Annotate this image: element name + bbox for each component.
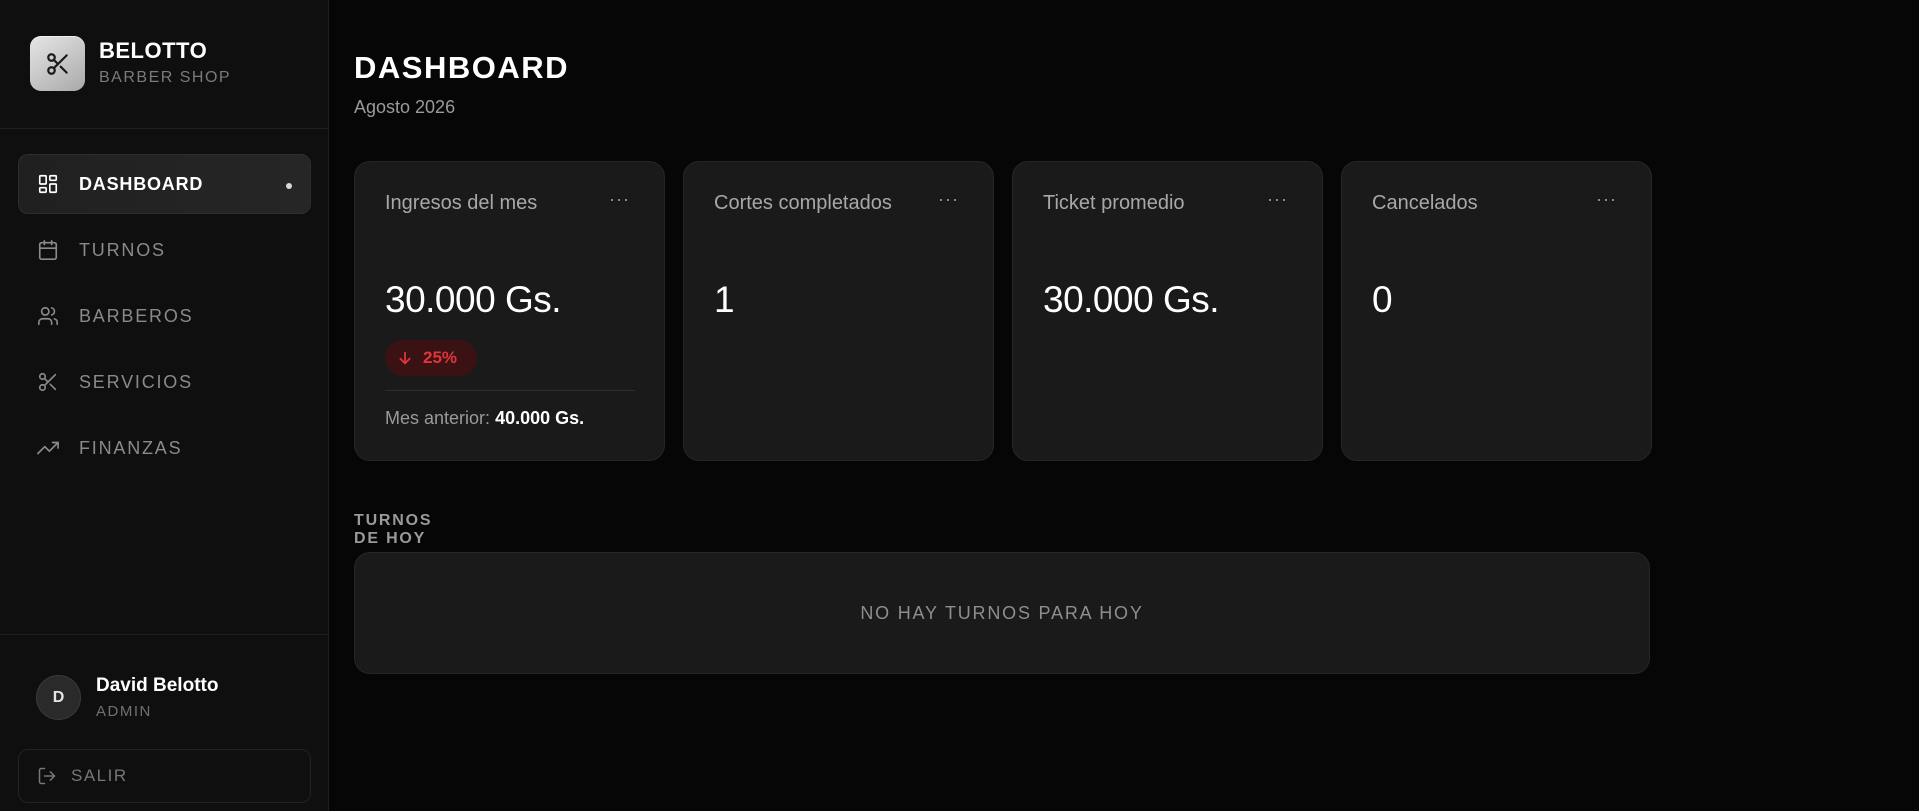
- card-footer: Mes anterior: 40.000 Gs.: [385, 408, 584, 429]
- scissors-icon: [37, 371, 59, 393]
- change-value: 25%: [423, 348, 458, 367]
- app-root: BELOTTO BARBER SHOP DASHBOARD TURNOS BAR…: [0, 0, 1919, 811]
- dashboard-grid-icon: [37, 173, 59, 195]
- more-options-icon[interactable]: ···: [938, 190, 959, 208]
- sidebar-item-turnos[interactable]: TURNOS: [18, 220, 311, 280]
- sidebar-item-dashboard[interactable]: DASHBOARD: [18, 154, 311, 214]
- empty-state-text: NO HAY TURNOS PARA HOY: [860, 602, 1144, 623]
- sidebar-item-label: DASHBOARD: [79, 173, 204, 194]
- brand: BELOTTO BARBER SHOP: [0, 0, 329, 129]
- card-title: Cortes completados: [714, 192, 892, 214]
- logout-button[interactable]: SALIR: [18, 749, 311, 803]
- scissors-icon[interactable]: [30, 36, 85, 91]
- stat-card-cortes: Cortes completados ··· 1: [683, 161, 994, 461]
- sidebar-item-barberos[interactable]: BARBEROS: [18, 286, 311, 346]
- more-options-icon[interactable]: ···: [609, 190, 630, 208]
- logout-label: SALIR: [71, 766, 128, 785]
- stat-card-ticket: Ticket promedio ··· 30.000 Gs.: [1012, 161, 1323, 461]
- more-options-icon[interactable]: ···: [1267, 190, 1288, 208]
- footer-label: Mes anterior:: [385, 408, 491, 428]
- sidebar-item-label: BARBEROS: [79, 305, 194, 326]
- card-value: 1: [714, 279, 735, 320]
- card-divider: [385, 390, 635, 391]
- card-value: 30.000 Gs.: [385, 279, 562, 320]
- user-panel: D David Belotto ADMIN SALIR: [0, 634, 329, 811]
- sidebar-item-finanzas[interactable]: FINANZAS: [18, 418, 311, 478]
- sidebar: BELOTTO BARBER SHOP DASHBOARD TURNOS BAR…: [0, 0, 329, 811]
- card-title: Ingresos del mes: [385, 192, 538, 214]
- card-title: Cancelados: [1372, 192, 1478, 214]
- card-title: Ticket promedio: [1043, 192, 1185, 214]
- sidebar-item-label: SERVICIOS: [79, 371, 193, 392]
- active-indicator: [286, 183, 292, 189]
- stat-card-cancelados: Cancelados ··· 0: [1341, 161, 1652, 461]
- users-icon: [37, 305, 59, 327]
- brand-name: BELOTTO: [99, 38, 208, 63]
- page-title: DASHBOARD: [354, 50, 569, 85]
- user-role: ADMIN: [96, 703, 152, 720]
- footer-value: 40.000 Gs.: [495, 408, 585, 428]
- sidebar-item-servicios[interactable]: SERVICIOS: [18, 352, 311, 412]
- brand-subtitle: BARBER SHOP: [99, 69, 232, 86]
- page-subtitle: Agosto 2026: [354, 97, 456, 117]
- sidebar-nav: DASHBOARD TURNOS BARBEROS SERVICIOS FINA…: [18, 154, 311, 484]
- calendar-icon: [37, 239, 59, 261]
- card-value: 0: [1372, 279, 1393, 320]
- trending-up-icon: [37, 437, 59, 459]
- sidebar-item-label: TURNOS: [79, 239, 166, 260]
- sidebar-item-label: FINANZAS: [79, 437, 183, 458]
- change-badge: 25%: [385, 340, 477, 376]
- more-options-icon[interactable]: ···: [1596, 190, 1617, 208]
- arrow-down-icon: [397, 350, 413, 366]
- today-appointments-panel: NO HAY TURNOS PARA HOY: [354, 552, 1650, 674]
- section-title-turnos-hoy: TURNOS DE HOY: [354, 512, 433, 547]
- stat-card-ingresos: Ingresos del mes ··· 30.000 Gs. 25% Mes …: [354, 161, 665, 461]
- avatar[interactable]: D: [36, 675, 81, 720]
- user-name: David Belotto: [96, 675, 219, 696]
- card-value: 30.000 Gs.: [1043, 279, 1220, 320]
- logout-icon: [37, 766, 57, 786]
